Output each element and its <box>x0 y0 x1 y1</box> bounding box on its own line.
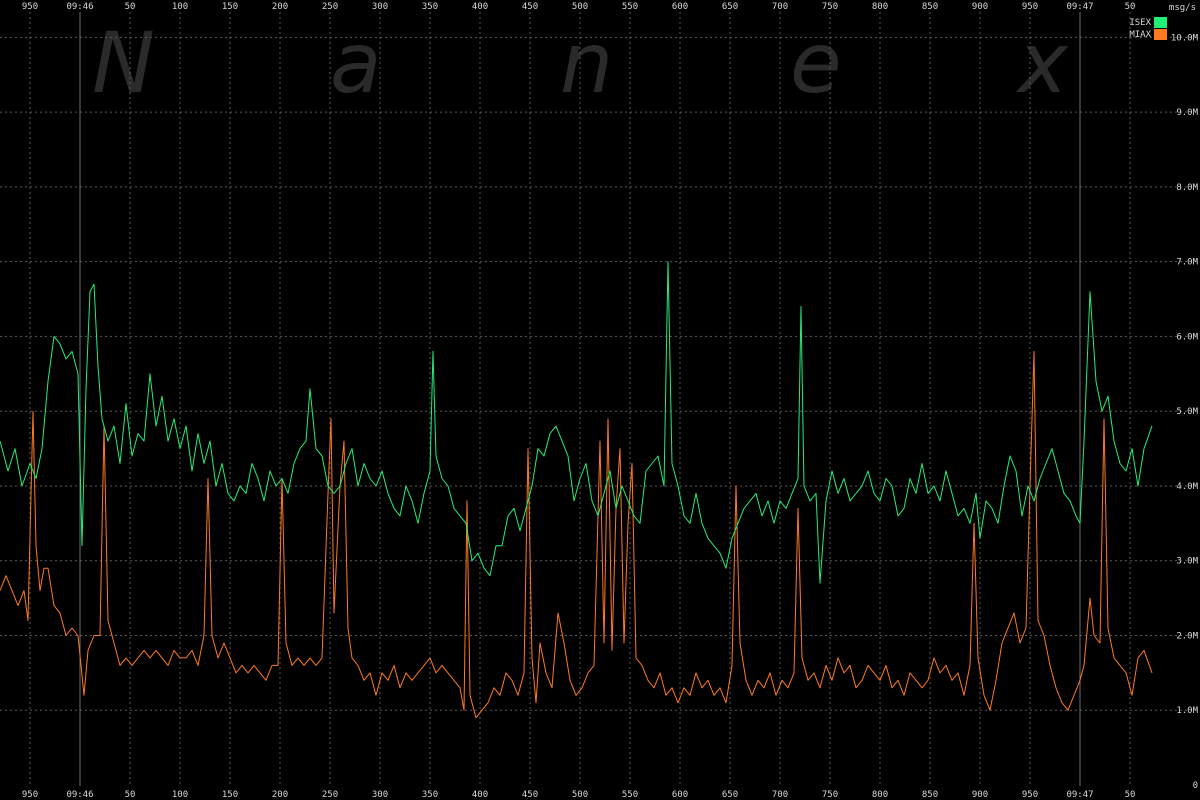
y-tick-label: 0 <box>1193 781 1198 791</box>
y-tick-label: 4.0M <box>1176 482 1198 492</box>
legend-label: MIAX <box>1129 30 1151 40</box>
y-axis-unit-label: msg/s <box>1169 3 1196 13</box>
x-tick-label-bottom: 700 <box>772 790 788 800</box>
x-tick-label-top: 500 <box>572 2 588 12</box>
x-tick-label-bottom: 150 <box>222 790 238 800</box>
line-chart: N a n e x 950 09:46 50 100 150 200 250 300 350 40… <box>0 0 1200 800</box>
y-tick-label: 8.0M <box>1176 183 1198 193</box>
x-tick-label-top: 09:47 <box>1066 2 1093 12</box>
x-tick-label-top: 300 <box>372 2 388 12</box>
x-tick-label-bottom: 550 <box>622 790 638 800</box>
legend-item-isex: ISEX <box>1129 17 1167 28</box>
watermark-letter: N <box>92 14 155 112</box>
legend-swatch <box>1154 17 1167 28</box>
x-tick-label-bottom: 50 <box>1125 790 1136 800</box>
x-tick-label-top: 200 <box>272 2 288 12</box>
x-tick-label-top: 800 <box>872 2 888 12</box>
x-tick-label-bottom: 650 <box>722 790 738 800</box>
legend-label: ISEX <box>1129 18 1151 28</box>
x-tick-label-top: 700 <box>772 2 788 12</box>
y-tick-label: 1.0M <box>1176 706 1198 716</box>
y-tick-label: 10.0M <box>1171 33 1199 43</box>
x-tick-label-bottom: 950 <box>1022 790 1038 800</box>
legend-item-miax: MIAX <box>1129 29 1167 40</box>
x-tick-label-top: 350 <box>422 2 438 12</box>
x-tick-label-top: 950 <box>1022 2 1038 12</box>
x-tick-label-bottom: 09:46 <box>66 790 93 800</box>
chart-background <box>0 0 1200 800</box>
x-tick-label-top: 950 <box>22 2 38 12</box>
watermark-letter: n <box>560 14 613 112</box>
x-tick-label-top: 150 <box>222 2 238 12</box>
x-tick-label-bottom: 09:47 <box>1066 790 1093 800</box>
x-tick-label-top: 50 <box>1125 2 1136 12</box>
x-tick-label-top: 550 <box>622 2 638 12</box>
x-tick-label-top: 850 <box>922 2 938 12</box>
x-tick-label-top: 750 <box>822 2 838 12</box>
y-tick-label: 9.0M <box>1176 108 1198 118</box>
legend-swatch <box>1154 29 1167 40</box>
x-tick-label-bottom: 750 <box>822 790 838 800</box>
x-tick-label-top: 650 <box>722 2 738 12</box>
y-tick-label: 3.0M <box>1176 557 1198 567</box>
x-tick-label-top: 450 <box>522 2 538 12</box>
x-tick-label-bottom: 100 <box>172 790 188 800</box>
x-tick-label-bottom: 200 <box>272 790 288 800</box>
x-tick-label-bottom: 850 <box>922 790 938 800</box>
watermark-letter: e <box>790 14 842 112</box>
x-tick-label-top: 600 <box>672 2 688 12</box>
x-tick-label-bottom: 250 <box>322 790 338 800</box>
x-tick-label-top: 900 <box>972 2 988 12</box>
x-tick-label-bottom: 600 <box>672 790 688 800</box>
x-tick-label-bottom: 950 <box>22 790 38 800</box>
x-tick-label-bottom: 350 <box>422 790 438 800</box>
y-tick-label: 6.0M <box>1176 332 1198 342</box>
x-tick-label-bottom: 300 <box>372 790 388 800</box>
watermark-letter: x <box>1015 14 1069 112</box>
x-tick-label-top: 100 <box>172 2 188 12</box>
x-tick-label-bottom: 450 <box>522 790 538 800</box>
x-tick-label-top: 250 <box>322 2 338 12</box>
x-tick-label-bottom: 400 <box>472 790 488 800</box>
y-tick-label: 7.0M <box>1176 258 1198 268</box>
watermark-letter: a <box>330 14 381 112</box>
x-tick-label-top: 400 <box>472 2 488 12</box>
x-tick-label-top: 50 <box>125 2 136 12</box>
x-tick-label-bottom: 800 <box>872 790 888 800</box>
x-tick-label-top: 09:46 <box>66 2 93 12</box>
x-tick-label-bottom: 900 <box>972 790 988 800</box>
x-tick-label-bottom: 500 <box>572 790 588 800</box>
y-tick-label: 5.0M <box>1176 407 1198 417</box>
y-tick-label: 2.0M <box>1176 631 1198 641</box>
x-tick-label-bottom: 50 <box>125 790 136 800</box>
